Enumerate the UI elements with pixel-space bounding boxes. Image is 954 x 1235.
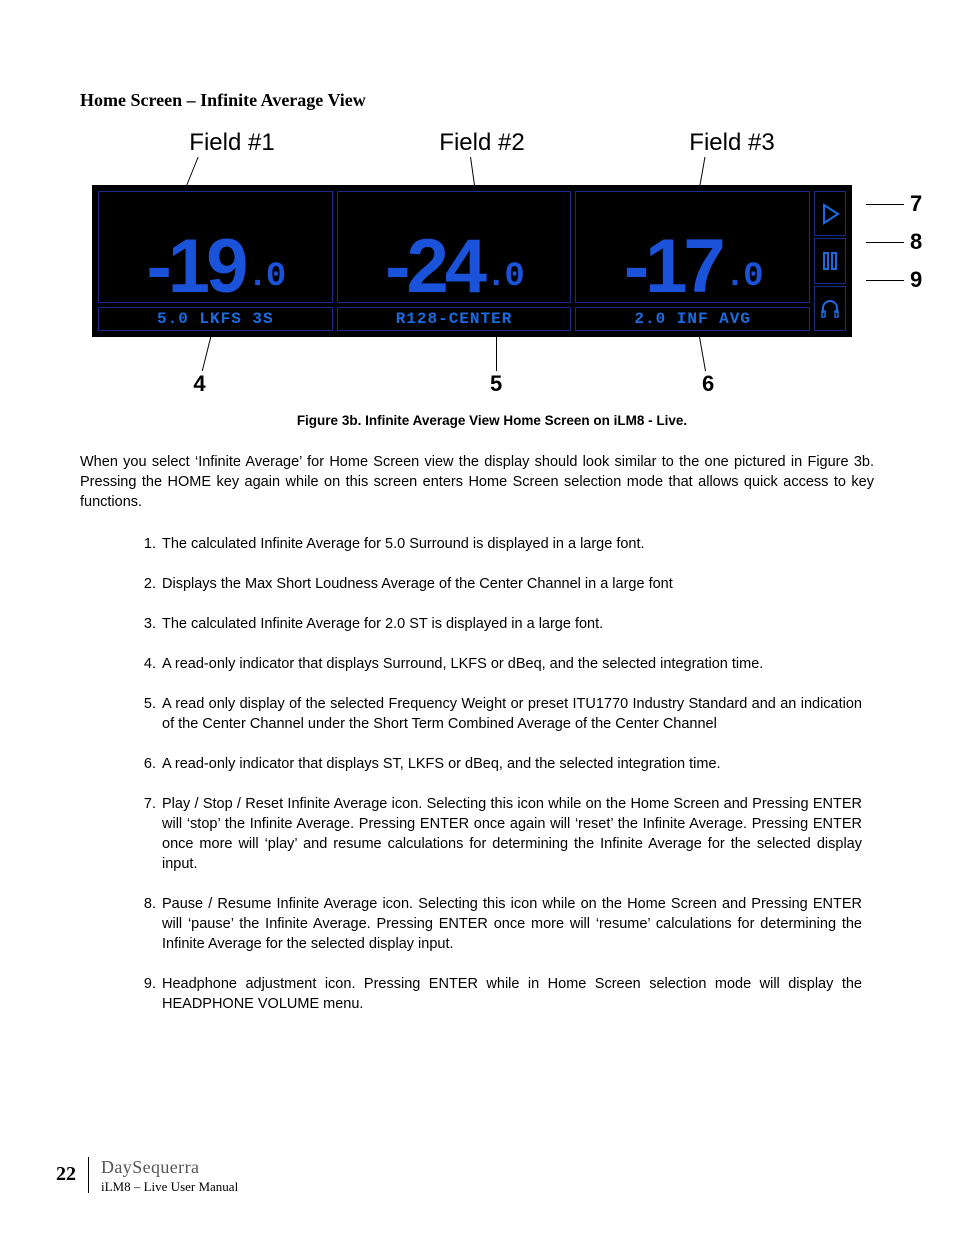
list-item: A read-only indicator that displays ST, … <box>160 754 862 774</box>
list-item: Play / Stop / Reset Infinite Average ico… <box>160 794 862 874</box>
brand-name: DaySequerra <box>101 1157 238 1178</box>
field-2-dec: .0 <box>486 260 523 294</box>
field-1-dec: .0 <box>247 260 284 294</box>
field-2-value: -24 .0 <box>337 191 572 303</box>
indicator-6: 2.0 INF AVG <box>575 307 810 331</box>
field-2-int: -24 <box>385 235 483 300</box>
callout-7: 7 <box>910 191 922 217</box>
pause-icon[interactable] <box>814 238 846 283</box>
page-footer: 22 DaySequerra iLM8 – Live User Manual <box>56 1157 238 1195</box>
figure-caption: Figure 3b. Infinite Average View Home Sc… <box>92 413 892 428</box>
intro-paragraph: When you select ‘Infinite Average’ for H… <box>80 452 874 512</box>
list-item: A read-only indicator that displays Surr… <box>160 654 862 674</box>
manual-name: iLM8 – Live User Manual <box>101 1179 238 1195</box>
figure-3b: Field #1 Field #2 Field #3 -19 .0 5.0 LK… <box>92 129 892 428</box>
field-3-value: -17 .0 <box>575 191 810 303</box>
callout-4: 4 <box>192 371 207 397</box>
device-screen: -19 .0 5.0 LKFS 3S -24 .0 R128-CENTER <box>92 185 852 337</box>
list-item: Pause / Resume Infinite Average icon. Se… <box>160 894 862 954</box>
play-icon[interactable] <box>814 191 846 236</box>
list-item: Displays the Max Short Loudness Average … <box>160 574 862 594</box>
list-item: Headphone adjustment icon. Pressing ENTE… <box>160 974 862 1014</box>
field-1-value: -19 .0 <box>98 191 333 303</box>
indicator-5: R128-CENTER <box>337 307 572 331</box>
field-1-int: -19 <box>147 235 245 300</box>
callout-6: 6 <box>702 371 714 397</box>
field-label-2: Field #2 <box>382 129 582 157</box>
numbered-list: The calculated Infinite Average for 5.0 … <box>80 534 874 1014</box>
field-label-3: Field #3 <box>632 129 832 157</box>
list-item: The calculated Infinite Average for 5.0 … <box>160 534 862 554</box>
list-item: A read only display of the selected Freq… <box>160 694 862 734</box>
page-number: 22 <box>56 1157 76 1186</box>
field-label-1: Field #1 <box>132 129 332 157</box>
field-3-int: -17 <box>624 235 722 300</box>
indicator-4: 5.0 LKFS 3S <box>98 307 333 331</box>
callout-8: 8 <box>910 229 922 255</box>
section-title: Home Screen – Infinite Average View <box>80 90 874 111</box>
list-item: The calculated Infinite Average for 2.0 … <box>160 614 862 634</box>
field-3-dec: .0 <box>725 260 762 294</box>
callout-9: 9 <box>910 267 922 293</box>
footer-divider <box>88 1157 89 1193</box>
headphone-icon[interactable] <box>814 286 846 331</box>
callout-5: 5 <box>490 371 502 397</box>
